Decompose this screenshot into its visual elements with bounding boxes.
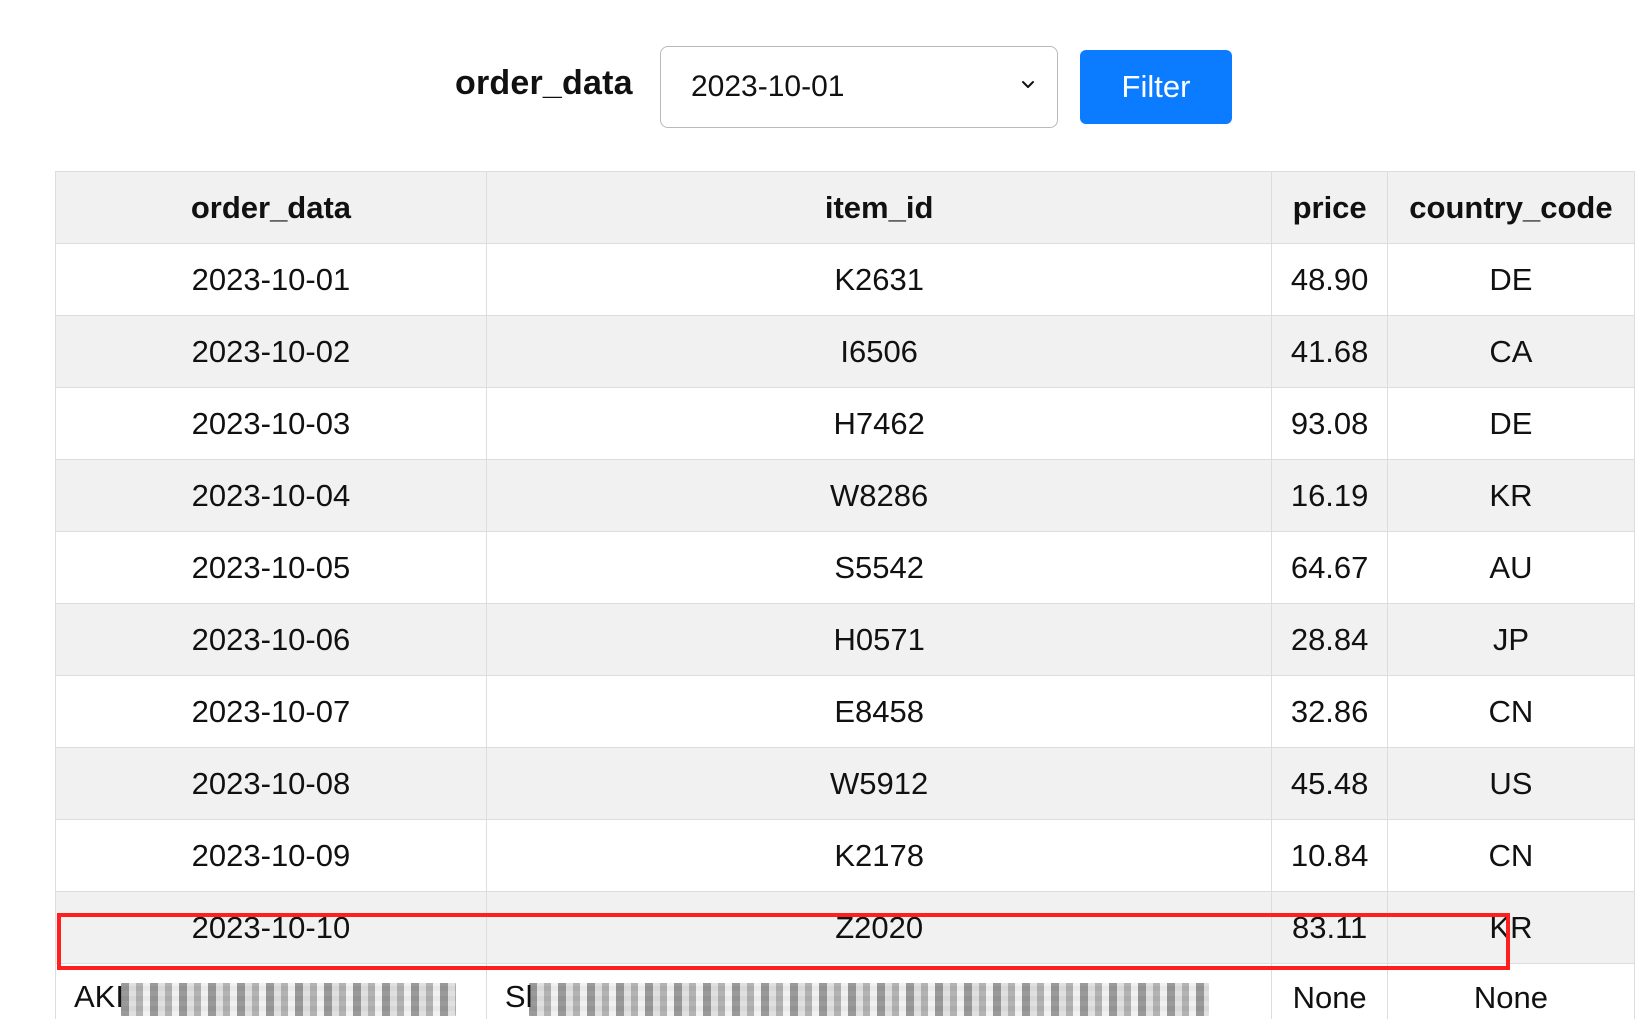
- order-data-cell: 2023-10-03: [55, 387, 487, 460]
- order-data-cell: 2023-10-04: [55, 459, 487, 532]
- table-row: 2023-10-05 S5542 64.67 AU: [55, 531, 1635, 604]
- item-id-cell: K2178: [485, 819, 1273, 892]
- order-data-cell: 2023-10-07: [55, 675, 487, 748]
- price-cell: 10.84: [1271, 819, 1388, 892]
- order-data-cell: 2023-10-05: [55, 531, 487, 604]
- country-code-cell: DE: [1386, 243, 1635, 316]
- item-id-cell: K2631: [485, 243, 1273, 316]
- country-code-cell: CN: [1386, 675, 1635, 748]
- item-id-cell: W5912: [485, 747, 1273, 820]
- table-row: 2023-10-10 Z2020 83.11 KR: [55, 891, 1635, 964]
- table-row: 2023-10-08 W5912 45.48 US: [55, 747, 1635, 820]
- obscured-item-id-cell: Sl: [485, 963, 1273, 1019]
- country-code-cell: AU: [1386, 531, 1635, 604]
- item-id-column-header: item_id: [485, 171, 1273, 244]
- order-data-cell: 2023-10-08: [55, 747, 487, 820]
- table-header-row: order_data item_id price country_code: [55, 171, 1635, 244]
- country-code-cell: None: [1386, 963, 1635, 1019]
- obscured-item-id-prefix: Sl: [504, 979, 533, 1015]
- price-cell: 28.84: [1271, 603, 1388, 676]
- sensitive-table-row: AKI Sl None None: [55, 963, 1635, 1019]
- table-row: 2023-10-07 E8458 32.86 CN: [55, 675, 1635, 748]
- order-data-cell: 2023-10-10: [55, 891, 487, 964]
- country-code-cell: CA: [1386, 315, 1635, 388]
- table-body: 2023-10-01 K2631 48.90 DE 2023-10-02 I65…: [55, 243, 1635, 1019]
- country-code-cell: DE: [1386, 387, 1635, 460]
- order-data-cell: 2023-10-06: [55, 603, 487, 676]
- table-row: 2023-10-03 H7462 93.08 DE: [55, 387, 1635, 460]
- price-cell: 83.11: [1271, 891, 1388, 964]
- order-data-table-wrapper: order_data item_id price country_code 20…: [55, 171, 1635, 1019]
- order-data-cell: 2023-10-01: [55, 243, 487, 316]
- table-row: 2023-10-01 K2631 48.90 DE: [55, 243, 1635, 316]
- country-code-cell: US: [1386, 747, 1635, 820]
- price-cell: 93.08: [1271, 387, 1388, 460]
- chevron-down-icon: [1022, 81, 1034, 88]
- order-data-page: order_data 2023-10-01 Filter order_data …: [0, 0, 1635, 1019]
- price-cell: 41.68: [1271, 315, 1388, 388]
- country-code-cell: CN: [1386, 819, 1635, 892]
- price-cell: 64.67: [1271, 531, 1388, 604]
- filter-label: order_data: [455, 64, 633, 102]
- table-row: 2023-10-02 I6506 41.68 CA: [55, 315, 1635, 388]
- order-data-table: order_data item_id price country_code 20…: [55, 171, 1635, 1019]
- price-cell: None: [1271, 963, 1388, 1019]
- table-row: 2023-10-04 W8286 16.19 KR: [55, 459, 1635, 532]
- country-code-column-header: country_code: [1386, 171, 1635, 244]
- price-cell: 45.48: [1271, 747, 1388, 820]
- country-code-cell: KR: [1386, 459, 1635, 532]
- filter-button[interactable]: Filter: [1080, 50, 1232, 124]
- order-data-cell: 2023-10-02: [55, 315, 487, 388]
- obscured-order-data-cell: AKI: [55, 963, 487, 1019]
- item-id-cell: S5542: [485, 531, 1273, 604]
- order-data-cell: 2023-10-09: [55, 819, 487, 892]
- item-id-cell: H0571: [485, 603, 1273, 676]
- order-data-column-header: order_data: [55, 171, 487, 244]
- selected-date-value: 2023-10-01: [691, 70, 845, 103]
- table-header: order_data item_id price country_code: [55, 171, 1635, 244]
- price-cell: 48.90: [1271, 243, 1388, 316]
- price-cell: 32.86: [1271, 675, 1388, 748]
- price-column-header: price: [1271, 171, 1388, 244]
- country-code-cell: KR: [1386, 891, 1635, 964]
- item-id-cell: E8458: [485, 675, 1273, 748]
- filter-bar: order_data 2023-10-01 Filter: [0, 46, 1635, 128]
- item-id-cell: H7462: [485, 387, 1273, 460]
- item-id-cell: Z2020: [485, 891, 1273, 964]
- obscured-order-data-prefix: AKI: [74, 979, 124, 1015]
- pixelated-redaction: [529, 982, 1210, 1016]
- table-row: 2023-10-09 K2178 10.84 CN: [55, 819, 1635, 892]
- country-code-cell: JP: [1386, 603, 1635, 676]
- item-id-cell: W8286: [485, 459, 1273, 532]
- item-id-cell: I6506: [485, 315, 1273, 388]
- pixelated-redaction: [120, 982, 456, 1016]
- table-row: 2023-10-06 H0571 28.84 JP: [55, 603, 1635, 676]
- price-cell: 16.19: [1271, 459, 1388, 532]
- order-date-select[interactable]: 2023-10-01: [660, 46, 1058, 128]
